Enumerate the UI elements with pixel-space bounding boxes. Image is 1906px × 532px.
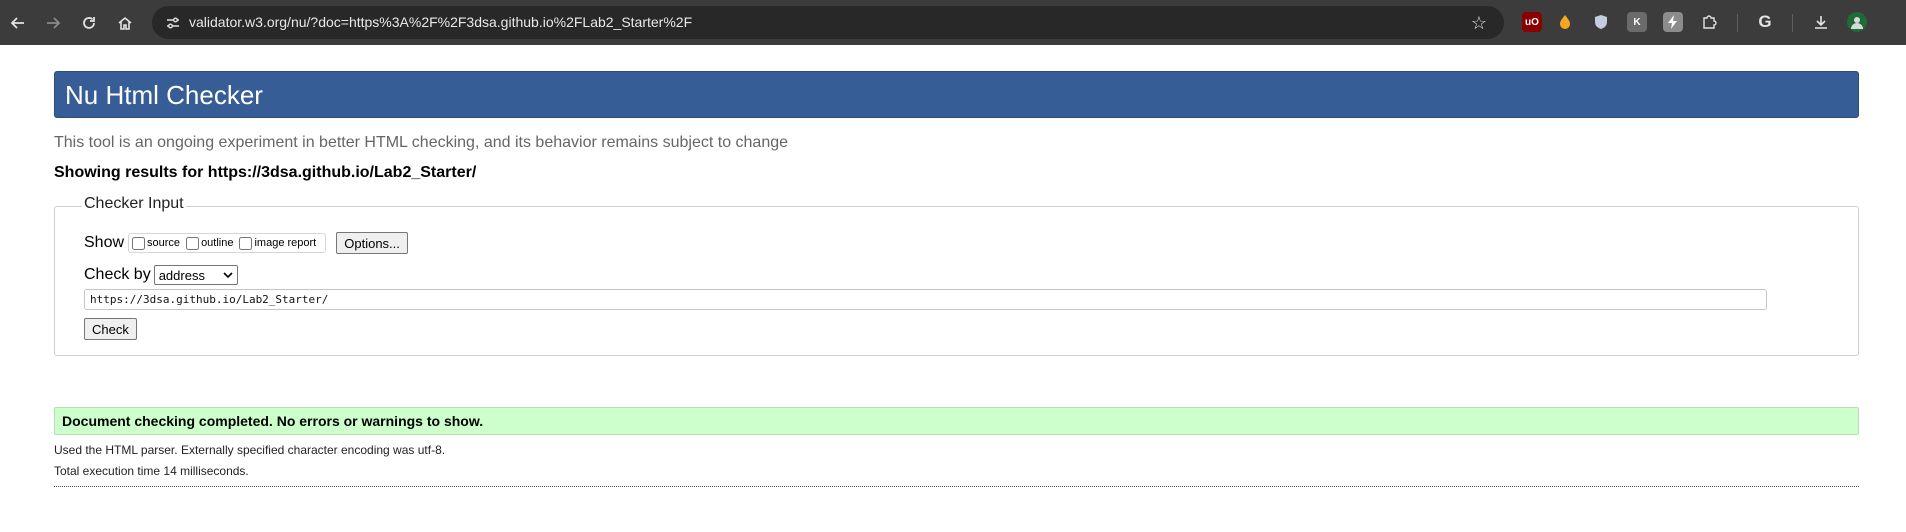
check-by-label: Check by	[84, 266, 151, 283]
show-label: Show	[84, 234, 125, 251]
home-icon[interactable]	[110, 8, 140, 38]
extension-k-icon[interactable]: K	[1627, 12, 1647, 32]
parser-info: Used the HTML parser. Externally specifi…	[54, 443, 446, 457]
toolbar-separator	[1792, 14, 1793, 32]
source-label: source	[147, 237, 181, 249]
divider	[54, 486, 1859, 487]
shield-icon[interactable]	[1591, 12, 1611, 32]
options-button[interactable]: Options...	[336, 232, 408, 254]
extension-k-label: K	[1633, 16, 1641, 28]
address-bar[interactable]: validator.w3.org/nu/?doc=https%3A%2F%2F3…	[152, 6, 1504, 39]
page-header: Nu Html Checker	[54, 71, 1859, 118]
url-text[interactable]: validator.w3.org/nu/?doc=https%3A%2F%2F3…	[189, 14, 692, 30]
source-checkbox[interactable]	[132, 236, 146, 250]
forward-arrow-icon[interactable]	[38, 8, 68, 38]
reload-icon[interactable]	[74, 8, 104, 38]
puzzle-icon[interactable]	[1699, 12, 1719, 32]
download-icon[interactable]	[1811, 12, 1831, 32]
results-heading: Showing results for https://3dsa.github.…	[54, 164, 477, 181]
success-message: Document checking completed. No errors o…	[54, 407, 1859, 435]
image-report-label: image report	[254, 237, 317, 249]
checker-input-fieldset	[54, 206, 1859, 356]
show-row: Show source outline image report Options…	[84, 232, 408, 254]
intro-text: This tool is an ongoing experiment in be…	[54, 134, 789, 151]
show-outline-option[interactable]: outline	[186, 236, 234, 250]
google-icon[interactable]: G	[1755, 12, 1775, 32]
check-by-value: address	[158, 267, 205, 283]
toolbar-separator	[1737, 14, 1738, 32]
extension-orange-icon[interactable]	[1555, 12, 1575, 32]
outline-checkbox[interactable]	[186, 236, 200, 250]
browser-toolbar: validator.w3.org/nu/?doc=https%3A%2F%2F3…	[0, 0, 1906, 45]
show-options-group: source outline image report	[128, 233, 327, 253]
check-by-select[interactable]: address	[153, 265, 238, 285]
page-title: Nu Html Checker	[65, 80, 263, 110]
outline-label: outline	[201, 237, 234, 249]
tune-icon[interactable]	[162, 12, 184, 34]
show-image-report-option[interactable]: image report	[239, 236, 317, 250]
address-input[interactable]: https://3dsa.github.io/Lab2_Starter/	[84, 289, 1767, 310]
back-arrow-icon[interactable]	[3, 8, 33, 38]
checker-input-legend: Checker Input	[82, 195, 186, 213]
show-source-option[interactable]: source	[132, 236, 181, 250]
image-report-checkbox[interactable]	[239, 236, 253, 250]
avatar-icon[interactable]	[1847, 12, 1867, 32]
star-icon[interactable]: ☆	[1468, 12, 1490, 34]
execution-time: Total execution time 14 milliseconds.	[54, 464, 249, 478]
check-button[interactable]: Check	[84, 318, 137, 340]
chevron-down-icon	[223, 272, 233, 279]
ublock-label: uO	[1525, 16, 1539, 28]
check-by-row: Check by address	[84, 265, 238, 285]
ublock-icon[interactable]: uO	[1522, 12, 1542, 32]
extension-bolt-icon[interactable]	[1663, 12, 1683, 32]
